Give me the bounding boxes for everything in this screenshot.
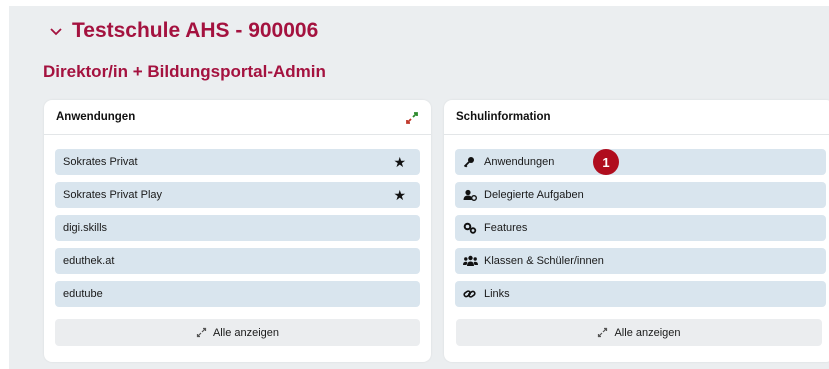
- list-item[interactable]: edutube: [55, 281, 420, 307]
- item-label: Sokrates Privat: [63, 156, 138, 168]
- card-title: Schulinformation: [456, 111, 551, 123]
- card-title: Anwendungen: [56, 111, 136, 123]
- item-label: Links: [484, 288, 510, 300]
- item-label: digi.skills: [63, 222, 108, 234]
- applications-list: Sokrates Privat ★ Sokrates Privat Play ★…: [55, 149, 420, 314]
- show-all-button[interactable]: Alle anzeigen: [55, 319, 420, 346]
- divider: [444, 134, 829, 135]
- list-item-classes-students[interactable]: Klassen & Schüler/innen: [455, 248, 826, 274]
- list-item-features[interactable]: Features: [455, 215, 826, 241]
- expand-icon[interactable]: [405, 111, 419, 125]
- list-item-delegated-tasks[interactable]: Delegierte Aufgaben: [455, 182, 826, 208]
- item-label: Klassen & Schüler/innen: [484, 255, 604, 267]
- user-gear-icon: [463, 189, 479, 201]
- list-item[interactable]: eduthek.at: [55, 248, 420, 274]
- role-title: Direktor/in + Bildungsportal-Admin: [43, 62, 326, 81]
- item-label: Delegierte Aufgaben: [484, 189, 584, 201]
- expand-arrows-icon: [196, 327, 207, 338]
- users-icon: [463, 255, 479, 267]
- star-icon[interactable]: ★: [393, 187, 406, 204]
- gears-icon: [463, 222, 479, 234]
- school-header-toggle[interactable]: Testschule AHS - 900006: [48, 16, 318, 46]
- chevron-down-icon: [50, 28, 62, 36]
- show-all-label: Alle anzeigen: [212, 326, 280, 339]
- notification-badge: 1: [593, 149, 619, 175]
- item-label: edutube: [63, 288, 103, 300]
- show-all-label: Alle anzeigen: [614, 326, 681, 339]
- item-label: Features: [484, 222, 528, 234]
- school-information-card: Schulinformation Anwendungen 1 Delegiert…: [444, 100, 829, 362]
- list-item-links[interactable]: Links: [455, 281, 826, 307]
- star-icon[interactable]: ★: [393, 154, 406, 171]
- list-item[interactable]: digi.skills: [55, 215, 420, 241]
- key-icon: [463, 156, 479, 168]
- link-icon: [463, 288, 479, 300]
- school-info-list: Anwendungen 1 Delegierte Aufgaben Featur…: [455, 149, 826, 314]
- item-label: Sokrates Privat Play: [63, 189, 163, 201]
- applications-card: Anwendungen Sokrates Privat ★ Sokrates P…: [44, 100, 431, 362]
- item-label: Anwendungen: [484, 156, 555, 168]
- list-item-applications[interactable]: Anwendungen 1: [455, 149, 826, 175]
- list-item[interactable]: Sokrates Privat ★: [55, 149, 420, 175]
- list-item[interactable]: Sokrates Privat Play ★: [55, 182, 420, 208]
- divider: [44, 134, 431, 135]
- school-title: Testschule AHS - 900006: [72, 19, 319, 42]
- expand-arrows-icon: [598, 327, 608, 338]
- show-all-button[interactable]: Alle anzeigen: [456, 319, 822, 346]
- item-label: eduthek.at: [63, 255, 115, 267]
